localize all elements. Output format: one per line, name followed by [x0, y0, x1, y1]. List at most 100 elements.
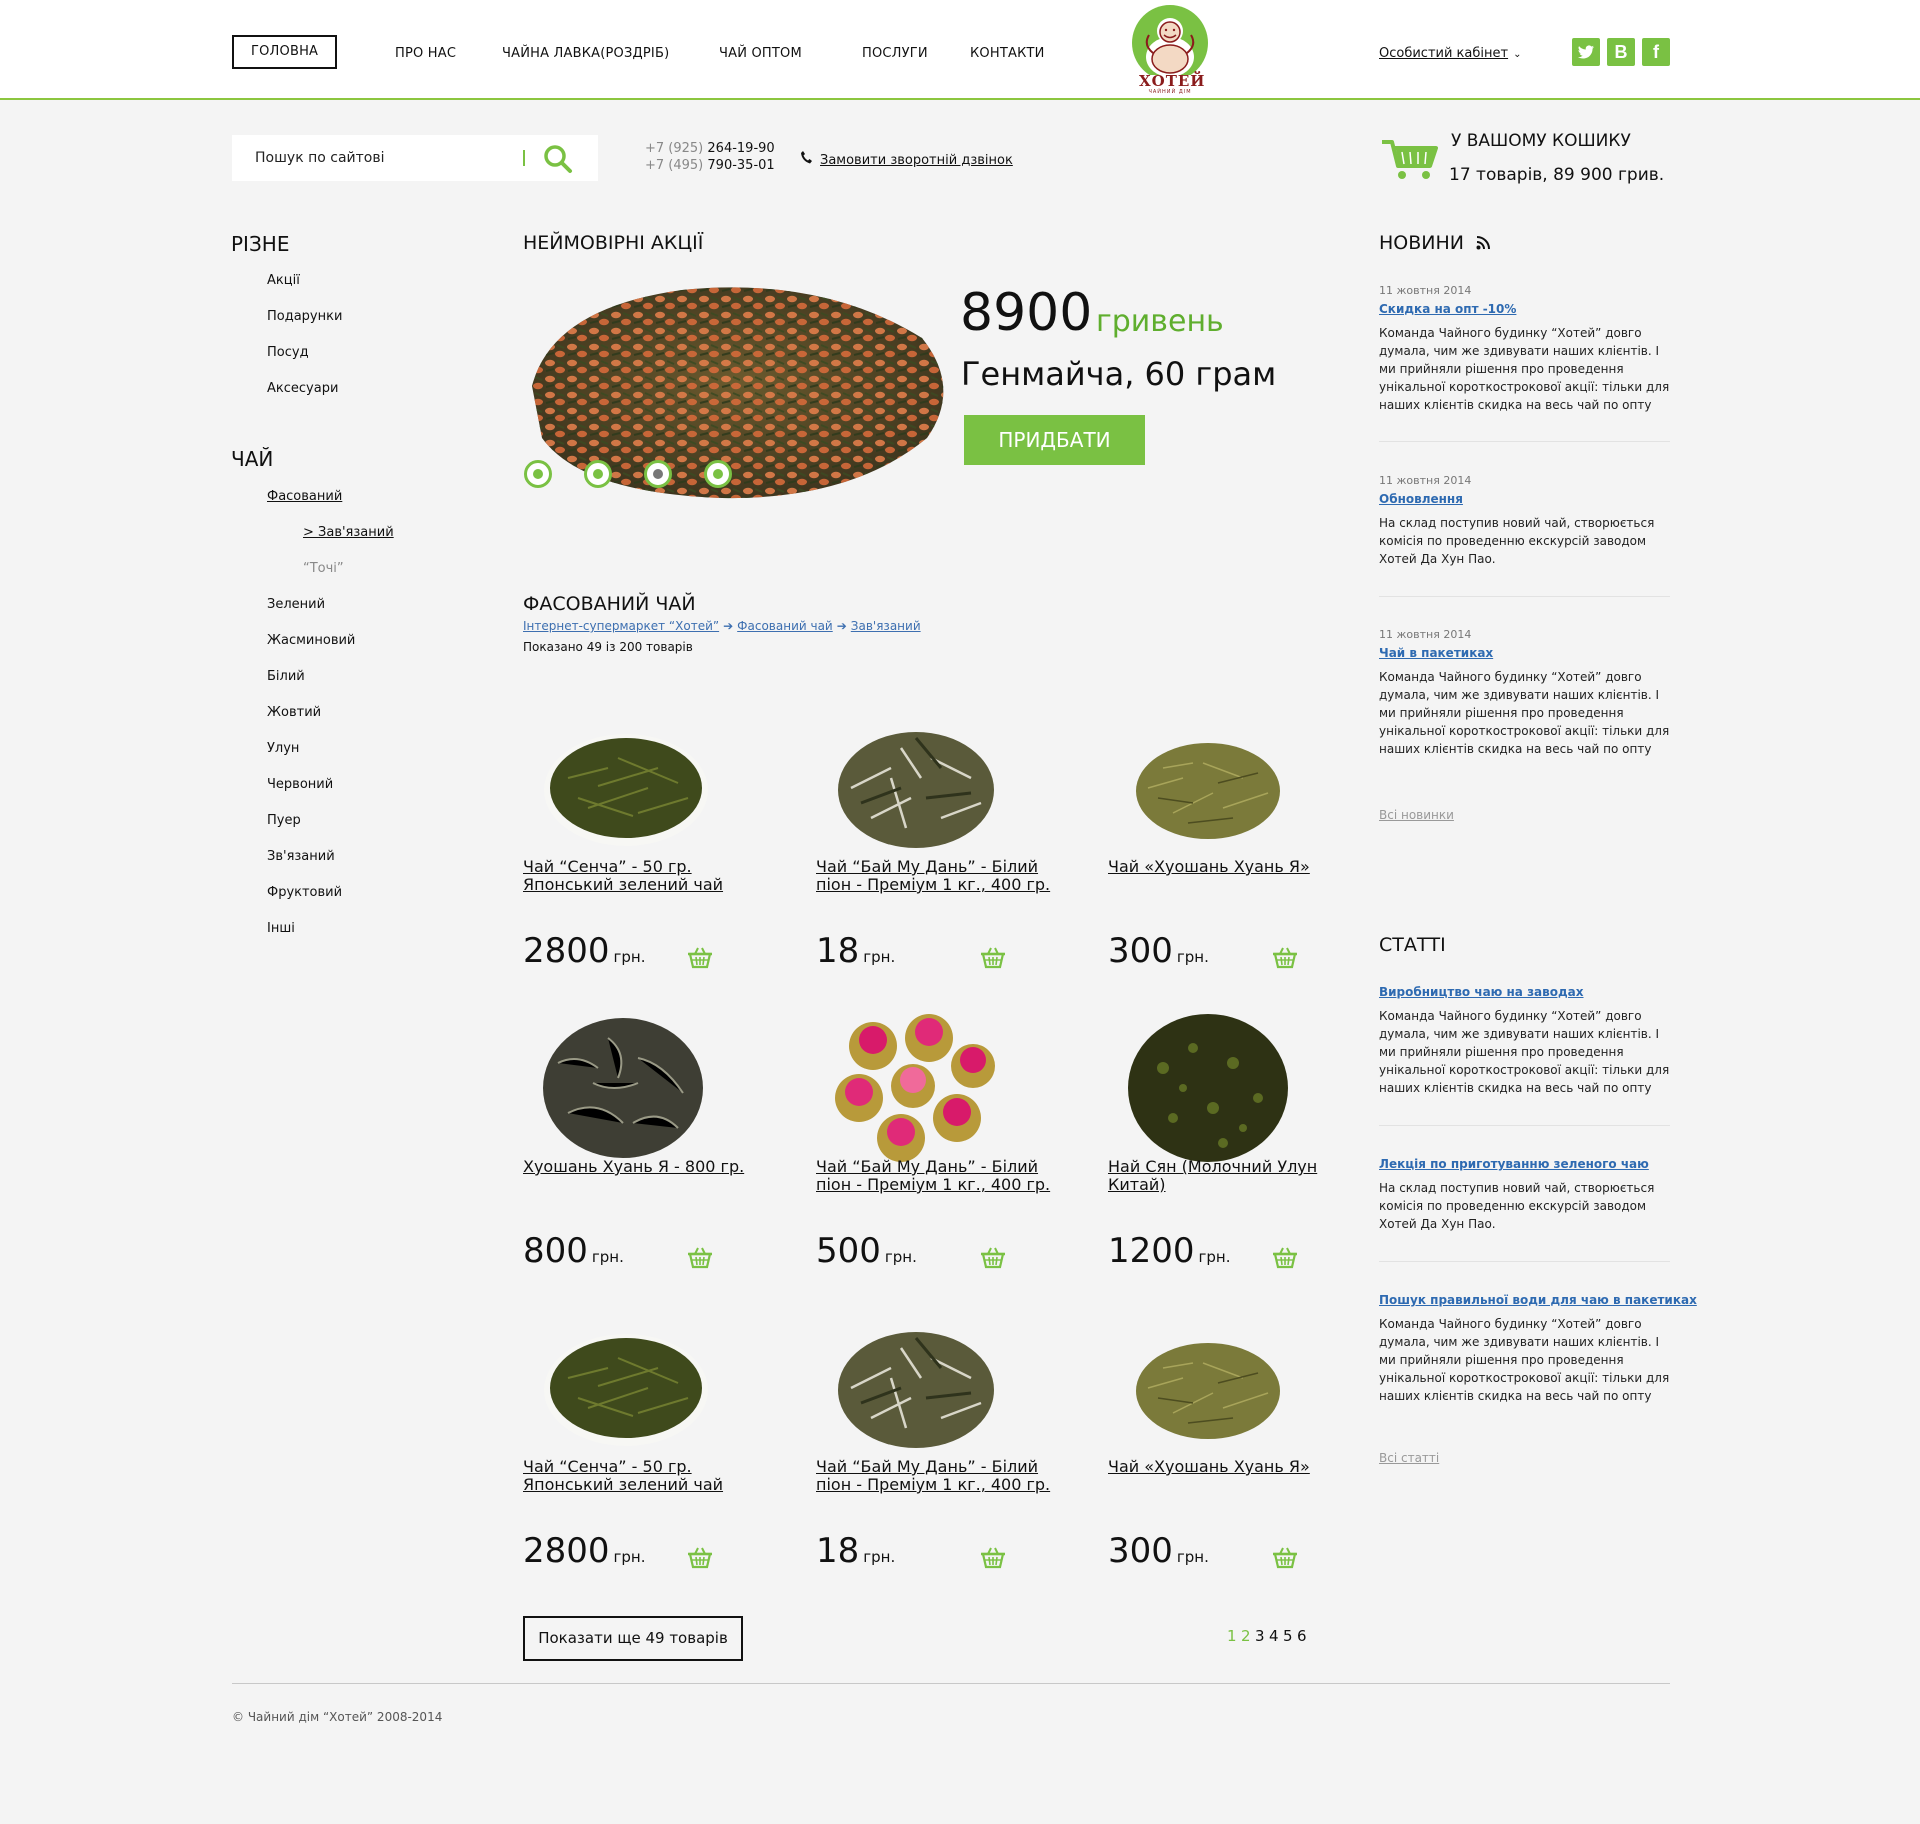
site-logo[interactable]: ХОТЕЙ ЧАЙНИЙ ДІМ	[1131, 5, 1209, 95]
product-card[interactable]: Чай “Бай Му Дань” - Білий піон - Преміум…	[816, 1003, 1056, 1303]
add-to-basket-icon[interactable]	[1271, 1246, 1299, 1270]
sidebar-item-packaged[interactable]: Фасований	[267, 489, 342, 504]
product-image[interactable]	[816, 1003, 1016, 1173]
page-3[interactable]: 3	[1255, 1627, 1265, 1645]
article-title-link[interactable]: Виробництво чаю на заводах	[1379, 985, 1584, 999]
slider-dot-2[interactable]	[584, 460, 612, 488]
news-title-link[interactable]: Обновлення	[1379, 492, 1463, 506]
product-card[interactable]: Чай “Бай Му Дань” - Білий піон - Преміум…	[816, 703, 1056, 1003]
product-image[interactable]	[816, 1303, 1016, 1473]
product-image[interactable]	[816, 703, 1016, 873]
sidebar-item-puer[interactable]: Пуер	[267, 813, 301, 828]
product-name-link[interactable]: Чай “Бай Му Дань” - Білий піон - Преміум…	[816, 1158, 1056, 1194]
all-news-link[interactable]: Всі новинки	[1379, 808, 1454, 822]
breadcrumb-packaged-tea[interactable]: Фасований чай	[737, 619, 833, 633]
news-title-link[interactable]: Чай в пакетиках	[1379, 646, 1493, 660]
sidebar-item-fruit[interactable]: Фруктовий	[267, 885, 342, 900]
sidebar-item-accessories[interactable]: Аксесуари	[267, 381, 338, 396]
add-to-basket-icon[interactable]	[686, 1546, 714, 1570]
facebook-icon[interactable]: f	[1642, 38, 1670, 66]
product-price: 2800 грн.	[523, 931, 646, 971]
add-to-basket-icon[interactable]	[686, 946, 714, 970]
add-to-basket-icon[interactable]	[1271, 946, 1299, 970]
product-image[interactable]	[523, 703, 723, 873]
product-image[interactable]	[523, 1303, 723, 1473]
product-card[interactable]: Чай «Хуошань Хуань Я» 300 грн.	[1108, 1303, 1348, 1603]
product-name-link[interactable]: Чай «Хуошань Хуань Я»	[1108, 1458, 1348, 1476]
vk-icon[interactable]: B	[1607, 38, 1635, 66]
product-card[interactable]: Чай “Сенча” - 50 гр. Японський зелений ч…	[523, 703, 763, 1003]
sidebar-item-red[interactable]: Червоний	[267, 777, 333, 792]
add-to-basket-icon[interactable]	[979, 946, 1007, 970]
product-name-link[interactable]: Чай «Хуошань Хуань Я»	[1108, 858, 1348, 876]
product-image[interactable]	[1108, 1003, 1308, 1173]
product-image[interactable]	[1108, 1303, 1308, 1473]
nav-tea-wholesale[interactable]: ЧАЙ ОПТОМ	[719, 46, 802, 61]
show-more-button[interactable]: Показати ще 49 товарів	[523, 1616, 743, 1661]
add-to-basket-icon[interactable]	[979, 1546, 1007, 1570]
page-4[interactable]: 4	[1269, 1627, 1279, 1645]
add-to-basket-icon[interactable]	[686, 1246, 714, 1270]
page-5[interactable]: 5	[1283, 1627, 1293, 1645]
sidebar-item-tableware[interactable]: Посуд	[267, 345, 309, 360]
all-articles-link[interactable]: Всі статті	[1379, 1451, 1439, 1465]
sidebar-item-gifts[interactable]: Подарунки	[267, 309, 342, 324]
sidebar-item-green[interactable]: Зелений	[267, 597, 325, 612]
sidebar-subitem-tochi[interactable]: “Точі”	[303, 561, 344, 576]
product-card[interactable]: Чай “Бай Му Дань” - Білий піон - Преміум…	[816, 1303, 1056, 1603]
sidebar-item-bound[interactable]: Зв'язаний	[267, 849, 335, 864]
sidebar-item-yellow[interactable]: Жовтий	[267, 705, 321, 720]
sidebar-subitem-tied[interactable]: > Зав'язаний	[303, 525, 394, 540]
add-to-basket-icon[interactable]	[979, 1246, 1007, 1270]
search-box	[232, 135, 598, 181]
product-image[interactable]	[1108, 703, 1308, 873]
sidebar-item-oolong[interactable]: Улун	[267, 741, 299, 756]
product-name-link[interactable]: Най Сян (Молочний Улун Китай)	[1108, 1158, 1348, 1194]
slider-dot-3[interactable]	[644, 460, 672, 488]
buy-button[interactable]: ПРИДБАТИ	[964, 415, 1145, 465]
product-price-currency: грн.	[1176, 948, 1209, 966]
search-input[interactable]	[232, 135, 522, 181]
product-name-link[interactable]: Чай “Бай Му Дань” - Білий піон - Преміум…	[816, 1458, 1056, 1494]
twitter-icon[interactable]	[1572, 38, 1600, 66]
slider-dot-4[interactable]	[704, 460, 732, 488]
news-title-link[interactable]: Скидка на опт -10%	[1379, 302, 1516, 316]
add-to-basket-icon[interactable]	[1271, 1546, 1299, 1570]
search-icon[interactable]	[542, 143, 574, 175]
callback-link[interactable]: Замовити зворотній дзвінок	[820, 153, 1013, 168]
sidebar-item-jasmine[interactable]: Жасминовий	[267, 633, 355, 648]
cart-summary[interactable]: 17 товарів, 89 900 грив.	[1449, 165, 1664, 185]
personal-cabinet-link[interactable]: Особистий кабінет ⌄	[1379, 46, 1521, 61]
sidebar-item-other[interactable]: Інші	[267, 921, 295, 936]
nav-about[interactable]: ПРО НАС	[395, 46, 456, 61]
product-card[interactable]: Чай «Хуошань Хуань Я» 300 грн.	[1108, 703, 1348, 1003]
breadcrumb-tied[interactable]: Зав'язаний	[851, 619, 921, 633]
page-6[interactable]: 6	[1297, 1627, 1307, 1645]
page-1[interactable]: 1	[1227, 1627, 1237, 1645]
product-name-link[interactable]: Чай “Бай Му Дань” - Білий піон - Преміум…	[816, 858, 1056, 894]
product-price-value: 300	[1108, 931, 1173, 971]
product-name-link[interactable]: Чай “Сенча” - 50 гр. Японський зелений ч…	[523, 858, 763, 894]
nav-tea-shop-retail[interactable]: ЧАЙНА ЛАВКА(РОЗДРІБ)	[502, 46, 669, 61]
nav-home[interactable]: ГОЛОВНА	[232, 35, 338, 69]
sidebar-item-white[interactable]: Білий	[267, 669, 305, 684]
nav-services[interactable]: ПОСЛУГИ	[862, 46, 928, 61]
product-card[interactable]: Чай “Сенча” - 50 гр. Японський зелений ч…	[523, 1303, 763, 1603]
product-name-link[interactable]: Хуошань Хуань Я - 800 гр.	[523, 1158, 763, 1176]
rss-icon[interactable]	[1476, 233, 1491, 255]
breadcrumb-home[interactable]: Інтернет-супермаркет “Хотей”	[523, 619, 719, 633]
slider-dot-1[interactable]	[524, 460, 552, 488]
search-divider	[523, 150, 525, 166]
product-card[interactable]: Най Сян (Молочний Улун Китай) 1200 грн.	[1108, 1003, 1348, 1303]
article-title-link[interactable]: Пошук правильної води для чаю в пакетика…	[1379, 1293, 1697, 1307]
page-2[interactable]: 2	[1241, 1627, 1251, 1645]
sidebar-item-promotions[interactable]: Акції	[267, 273, 300, 288]
product-image[interactable]	[523, 1003, 723, 1173]
personal-cabinet-label: Особистий кабінет	[1379, 46, 1509, 61]
product-card[interactable]: Хуошань Хуань Я - 800 гр. 800 грн.	[523, 1003, 763, 1303]
article-title-link[interactable]: Лекція по приготуванню зеленого чаю	[1379, 1157, 1649, 1171]
product-name-link[interactable]: Чай “Сенча” - 50 гр. Японський зелений ч…	[523, 1458, 763, 1494]
nav-contacts[interactable]: КОНТАКТИ	[970, 46, 1045, 61]
news-divider	[1379, 596, 1670, 597]
shopping-cart-icon[interactable]	[1380, 138, 1438, 182]
